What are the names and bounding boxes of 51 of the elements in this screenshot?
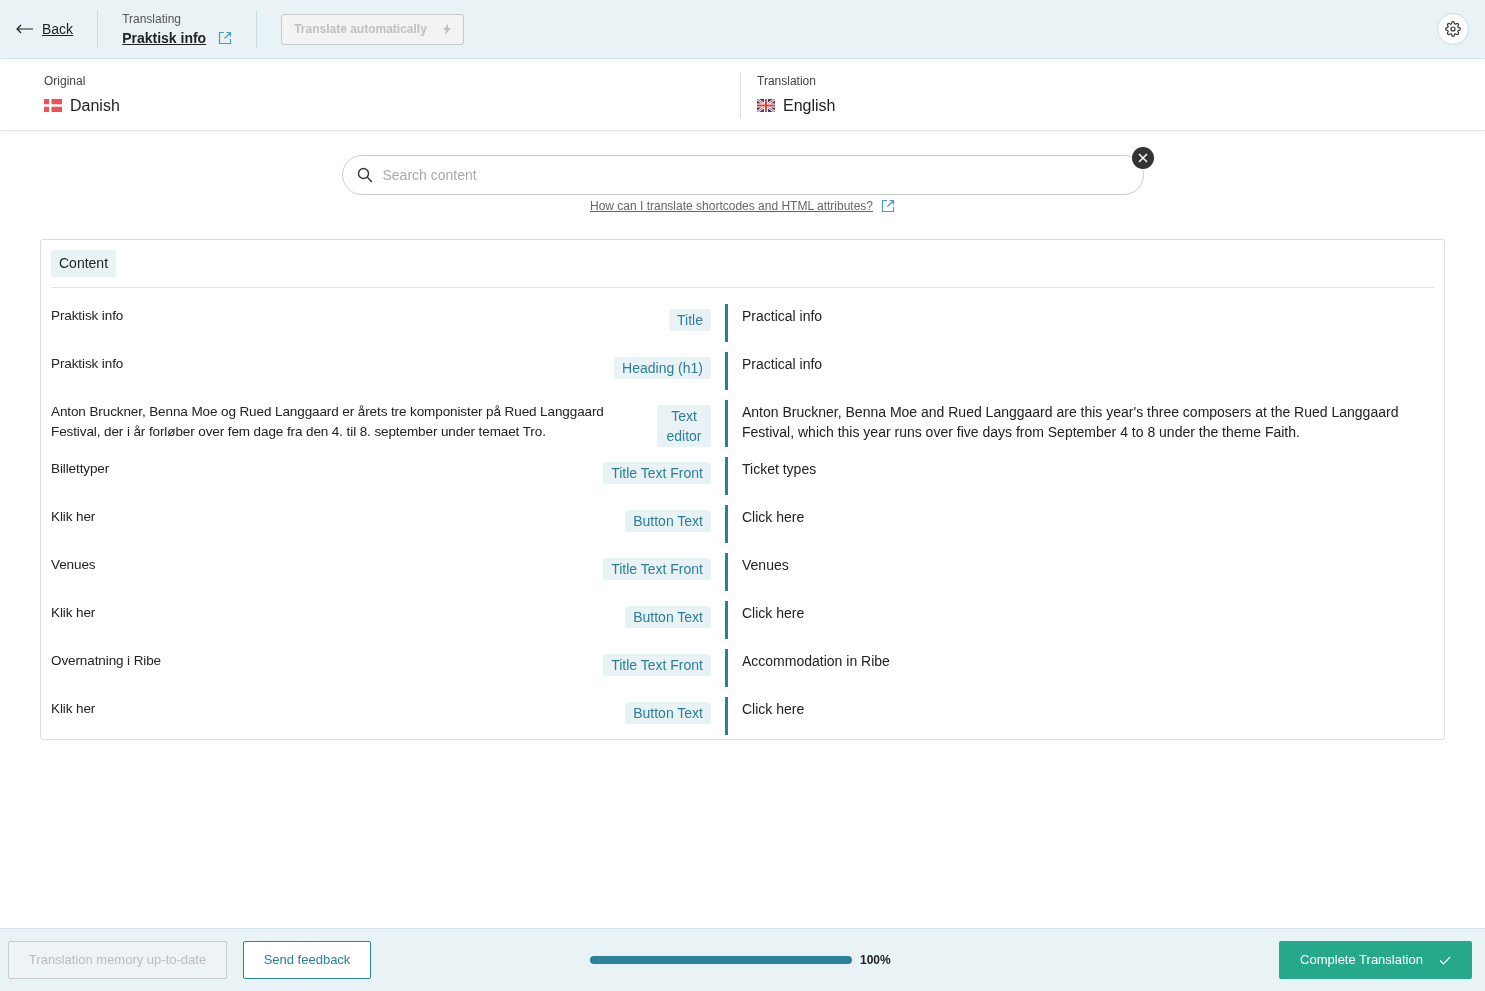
field-type-tag: Title Text Front (603, 558, 711, 580)
external-link-icon (881, 199, 895, 213)
search-icon (356, 167, 373, 183)
progress-reading: 100% (860, 952, 891, 969)
original-language: Danish (70, 95, 120, 116)
translation-text[interactable]: Ticket types (725, 457, 1434, 495)
search-field[interactable]: Search content (341, 155, 1144, 195)
translation-text[interactable]: Accommodation in Ribe (725, 649, 1434, 687)
source-text: Klik her (51, 700, 96, 718)
field-type-tag: Text editor (657, 405, 711, 447)
back-link[interactable]: Back (16, 10, 99, 48)
help-link[interactable]: How can I translate shortcodes and HTML attributes? (590, 197, 895, 215)
flag-icon (757, 99, 775, 112)
arrow-left-icon (16, 24, 34, 34)
translation-text[interactable]: Click here (725, 601, 1434, 639)
translation-language: English (783, 95, 836, 116)
source-text: Overnatning i Ribe (51, 652, 161, 670)
translating-label: Translating (122, 10, 183, 28)
checkmark-icon (1438, 955, 1451, 965)
translation-label: Translation (757, 72, 817, 90)
field-type-tag: Button Text (625, 510, 711, 532)
source-text: Klik her (51, 604, 96, 622)
translation-text[interactable]: Anton Bruckner, Benna Moe and Rued Langgaard are this year's three composers at the Rued Langgaard Festival, which this year runs over five days from September 4 to 8 under the theme Faith. (725, 400, 1434, 447)
original-label: Original (44, 72, 87, 90)
close-icon (1137, 153, 1148, 163)
translation-text[interactable]: Practical info (725, 304, 1434, 342)
send-feedback-button[interactable]: Send feedback (243, 941, 371, 979)
source-text: Praktisk info (51, 307, 124, 325)
settings-icon (1445, 21, 1461, 37)
source-text: Klik her (51, 508, 96, 526)
source-text: Venues (51, 556, 96, 574)
field-type-tag: Heading (h1) (614, 357, 711, 379)
lightning-icon (442, 23, 451, 35)
field-type-tag: Title Text Front (603, 462, 711, 484)
settings-button[interactable] (1437, 13, 1469, 45)
field-type-tag: Title (669, 309, 711, 331)
field-type-tag: Button Text (625, 606, 711, 628)
flag-icon (44, 99, 62, 112)
source-text: Praktisk info (51, 355, 124, 373)
page-title-link[interactable]: Praktisk info (122, 27, 233, 49)
clear-button[interactable] (1131, 147, 1154, 169)
translation-text[interactable]: Venues (725, 553, 1434, 591)
external-link-icon (218, 31, 233, 45)
translation-text[interactable]: Click here (725, 505, 1434, 543)
source-text: Billettyper (51, 460, 110, 478)
translation-text[interactable]: Practical info (725, 352, 1434, 390)
section-title: Content (51, 250, 117, 277)
translation-text[interactable]: Click here (725, 697, 1434, 735)
field-type-tag: Button Text (625, 702, 711, 724)
source-text: Anton Bruckner, Benna Moe og Rued Langgaard er årets tre komponister på Rued Langgaard Festival, der i år forløber over fem dage fra den 4. til 8. september under temaet Tro. (51, 403, 605, 441)
field-type-tag: Title Text Front (603, 654, 711, 676)
